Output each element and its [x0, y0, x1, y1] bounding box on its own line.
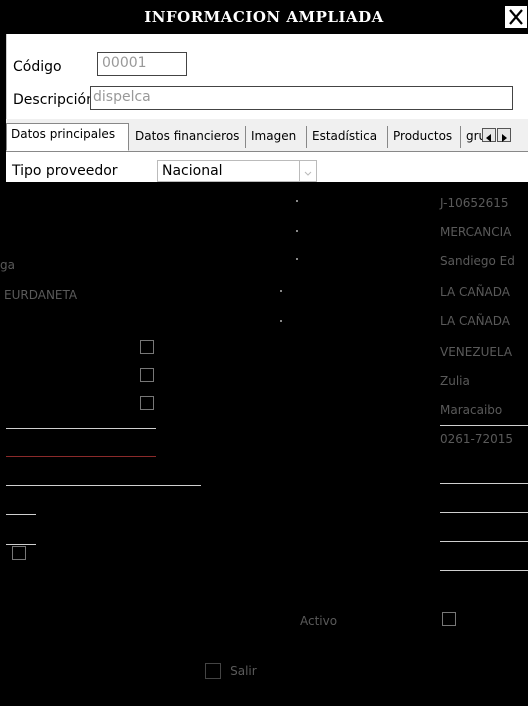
- ghost-value: VENEZUELA: [440, 345, 513, 359]
- title-bar: INFORMACION AMPLIADA: [0, 0, 528, 34]
- ghost-value: Maracaibo: [440, 403, 503, 417]
- tab-datos-principales[interactable]: Datos principales: [6, 123, 129, 151]
- ghost-checkbox: [140, 368, 154, 382]
- tipo-proveedor-label: Tipo proveedor: [12, 163, 118, 179]
- ghost-tick: [296, 258, 298, 260]
- ghost-checkbox: [12, 546, 26, 560]
- ghost-line: [440, 541, 528, 542]
- exit-icon: [205, 662, 221, 679]
- close-icon: [509, 9, 523, 25]
- tipo-proveedor-select[interactable]: Nacional: [157, 160, 317, 182]
- ghost-line: [6, 456, 156, 457]
- ghost-checkbox: [140, 396, 154, 410]
- tab-imagen[interactable]: Imagen: [247, 126, 307, 148]
- ghost-tick: [280, 320, 282, 322]
- triangle-right-icon: [502, 134, 507, 142]
- codigo-label: Código: [13, 59, 62, 75]
- tab-scroll-left-button[interactable]: [482, 128, 496, 142]
- ghost-checkbox: [140, 340, 154, 354]
- salir-label: Salir: [230, 663, 257, 678]
- close-button[interactable]: [504, 5, 528, 29]
- activo-checkbox[interactable]: [442, 612, 456, 626]
- tab-productos[interactable]: Productos: [389, 126, 461, 148]
- tab-scroll-right-button[interactable]: [497, 128, 511, 142]
- descripcion-field[interactable]: dispelca: [90, 86, 513, 110]
- ghost-tick: [296, 200, 298, 202]
- tipo-proveedor-row: Tipo proveedor Nacional: [6, 152, 528, 182]
- ghost-value: LA CAÑADA: [440, 314, 510, 328]
- ghost-value: J-10652615: [440, 196, 509, 210]
- ghost-value: MERCANCIA: [440, 225, 512, 239]
- window-title: INFORMACION AMPLIADA: [144, 8, 384, 26]
- tab-estadistica[interactable]: Estadística: [308, 126, 388, 148]
- ghost-value: 0261-72015: [440, 432, 514, 446]
- activo-label: Activo: [300, 614, 338, 628]
- tipo-proveedor-value: Nacional: [162, 163, 223, 179]
- tab-strip: Datos principales Datos financieros Imag…: [6, 119, 528, 152]
- ghost-line: [440, 425, 528, 426]
- ghost-label: EURDANETA: [4, 288, 78, 302]
- ghost-tick: [296, 230, 298, 232]
- ghost-line: [440, 570, 528, 571]
- ghost-tick: [280, 290, 282, 292]
- dropdown-button[interactable]: [299, 161, 316, 181]
- ghost-value: LA CAÑADA: [440, 285, 510, 299]
- triangle-left-icon: [486, 134, 491, 142]
- ghost-line: [440, 483, 528, 484]
- salir-button[interactable]: Salir: [205, 660, 257, 686]
- ghost-line: [440, 512, 528, 513]
- descripcion-label: Descripción: [13, 92, 95, 108]
- header-form: Código 00001 Descripción dispelca: [6, 34, 528, 119]
- ghost-line: [6, 514, 36, 515]
- codigo-field[interactable]: 00001: [97, 52, 187, 76]
- ghost-value: Zulia: [440, 374, 470, 388]
- tab-datos-financieros[interactable]: Datos financieros: [131, 126, 246, 148]
- ghost-value: Sandiego Ed: [440, 254, 515, 268]
- ghost-line: [6, 428, 156, 429]
- ghost-label: ga: [0, 258, 15, 272]
- ghost-line: [6, 485, 201, 486]
- chevron-down-icon: [304, 171, 312, 176]
- ghost-line: [6, 544, 36, 545]
